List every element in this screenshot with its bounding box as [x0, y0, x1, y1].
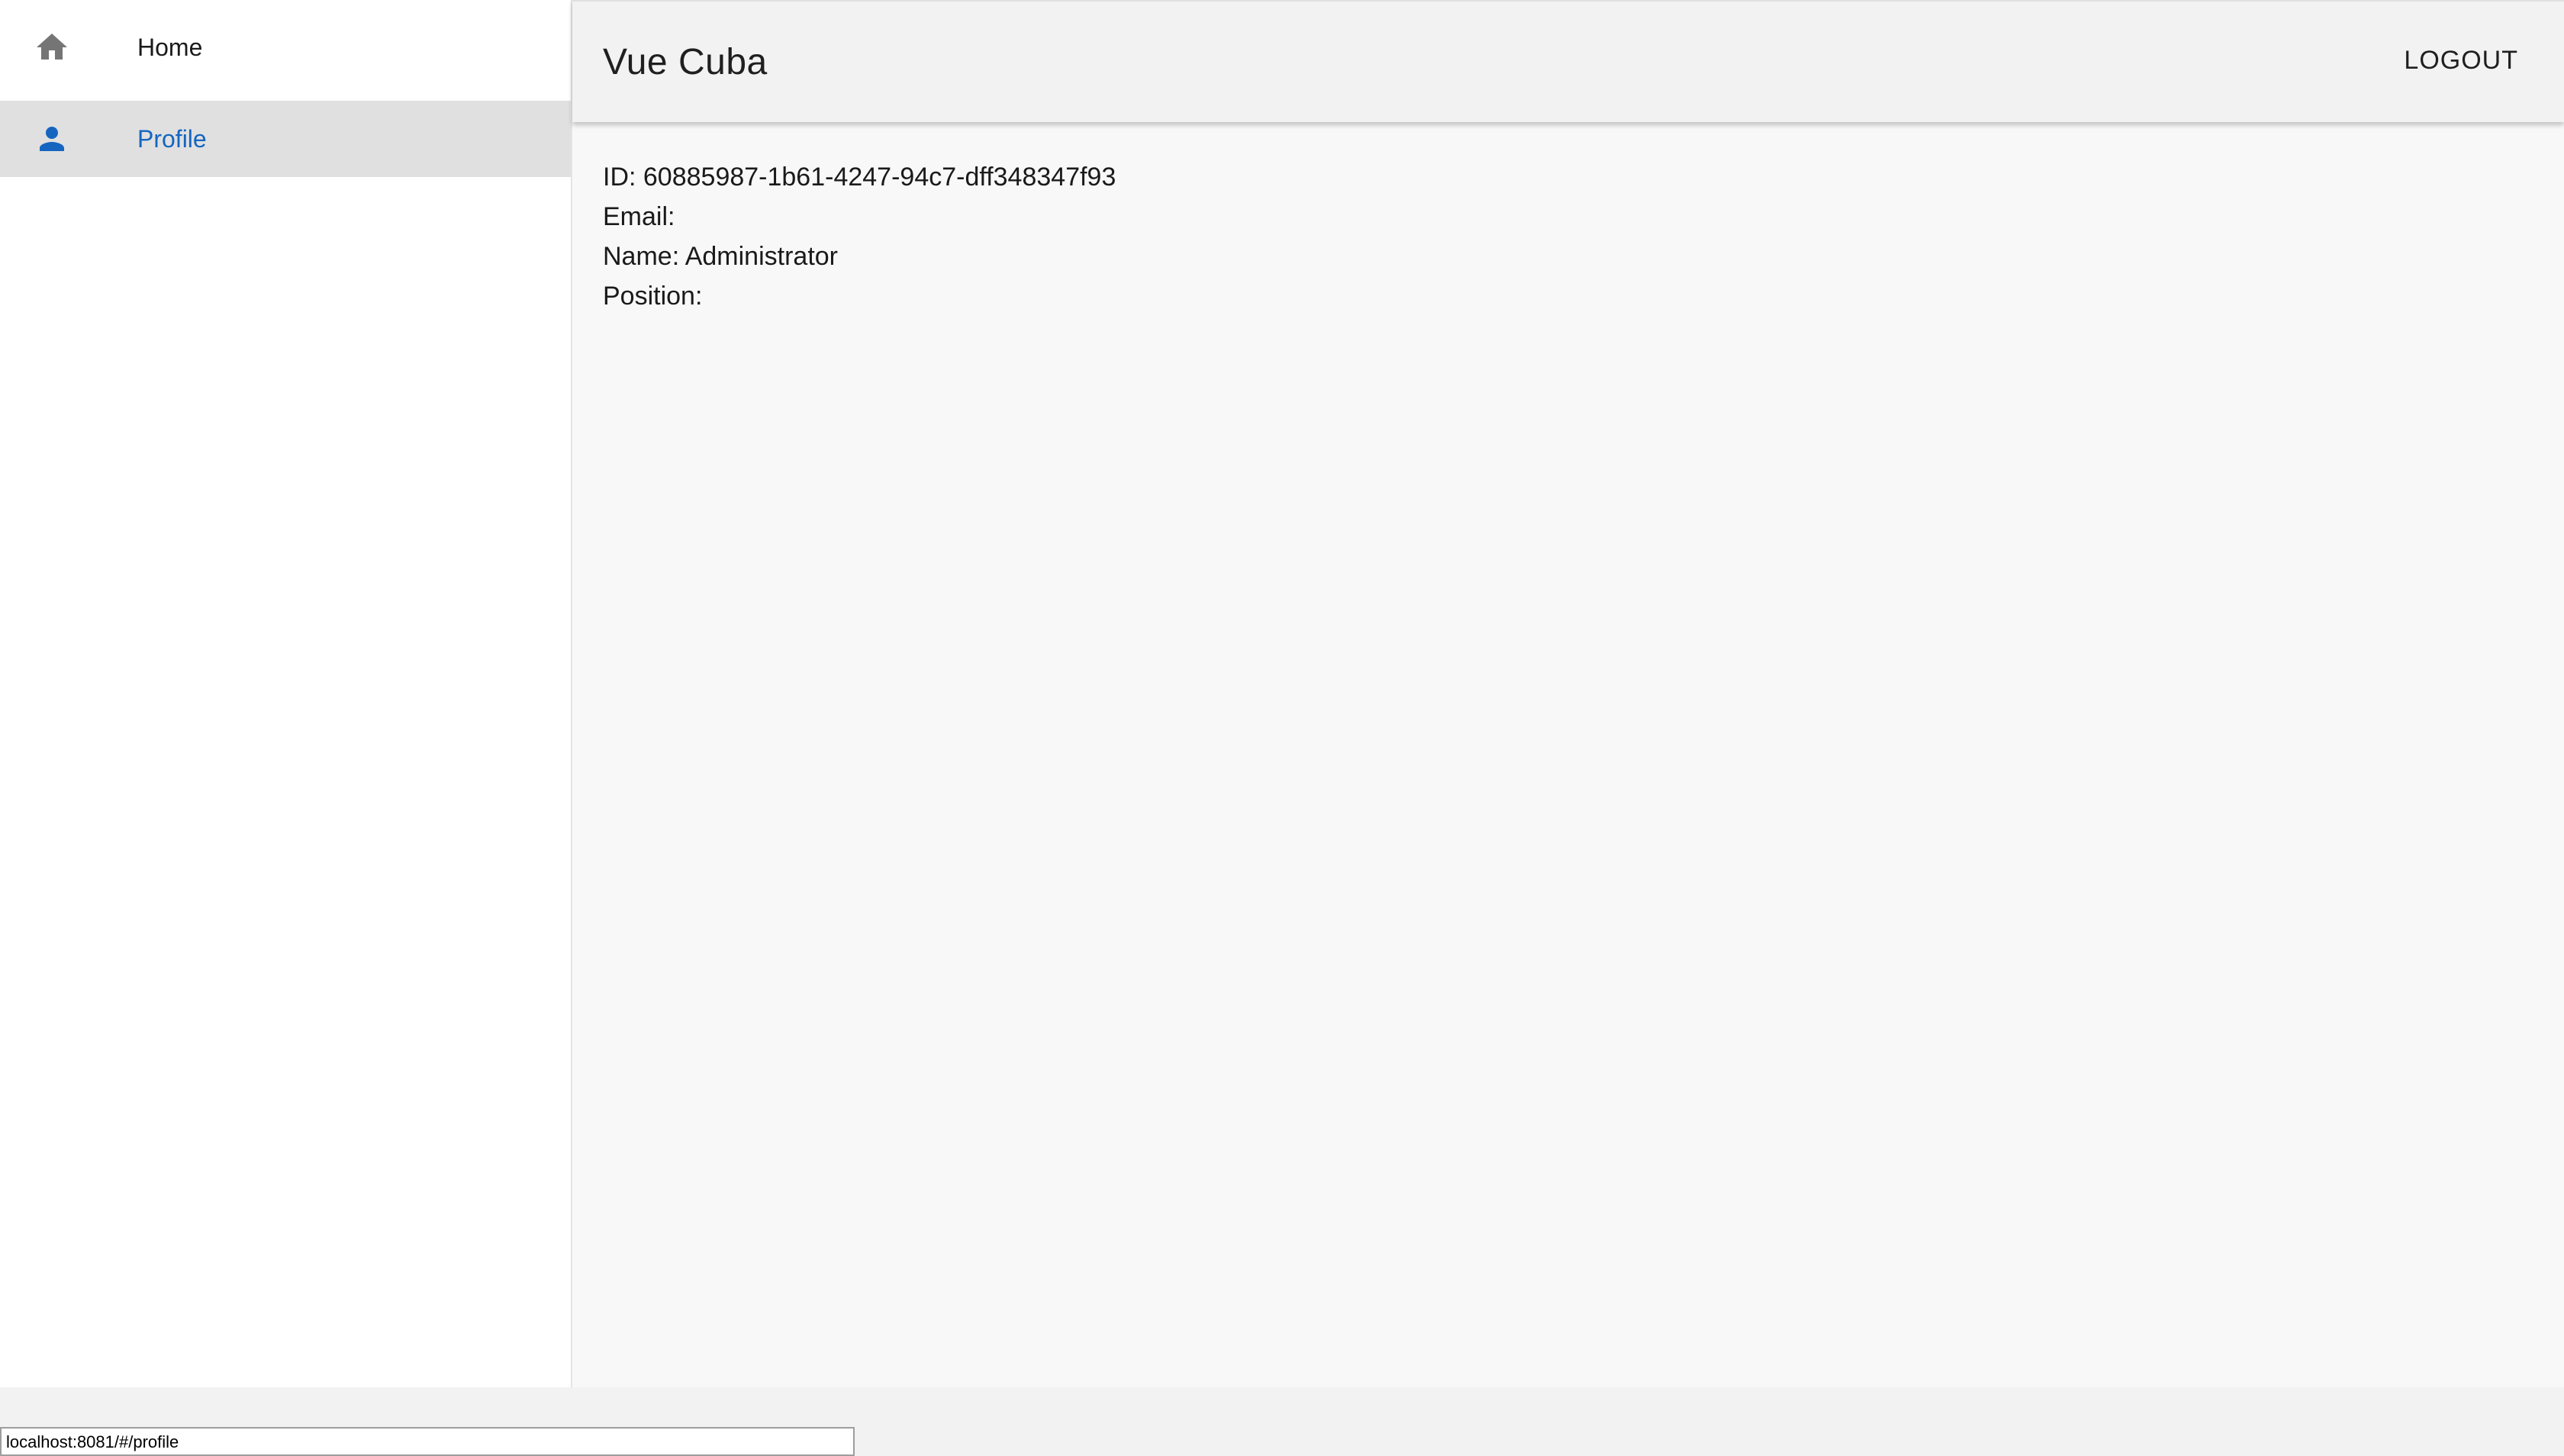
home-icon [34, 29, 70, 66]
top-app-bar: Vue Cuba LOGOUT [572, 0, 2564, 122]
profile-email: Email: [603, 202, 675, 231]
app-root: Home Profile Vue Cuba LOGOUT ID: 6088598… [0, 0, 2564, 1387]
sidebar-item-label: Home [137, 33, 203, 61]
profile-name: Name: Administrator [603, 242, 838, 271]
profile-details: ID: 60885987-1b61-4247-94c7-dff348347f93… [603, 157, 1116, 316]
profile-id: ID: 60885987-1b61-4247-94c7-dff348347f93 [603, 163, 1116, 192]
sidebar-item-profile[interactable]: Profile [0, 101, 571, 177]
person-icon [34, 121, 70, 157]
sidebar-item-label: Profile [137, 124, 207, 153]
status-url-bar: localhost:8081/#/profile [0, 1427, 855, 1456]
sidebar: Home Profile [0, 0, 572, 1387]
app-title: Vue Cuba [603, 42, 768, 82]
profile-position: Position: [603, 282, 703, 311]
logout-button[interactable]: LOGOUT [2404, 46, 2518, 76]
sidebar-item-home[interactable]: Home [0, 9, 571, 85]
